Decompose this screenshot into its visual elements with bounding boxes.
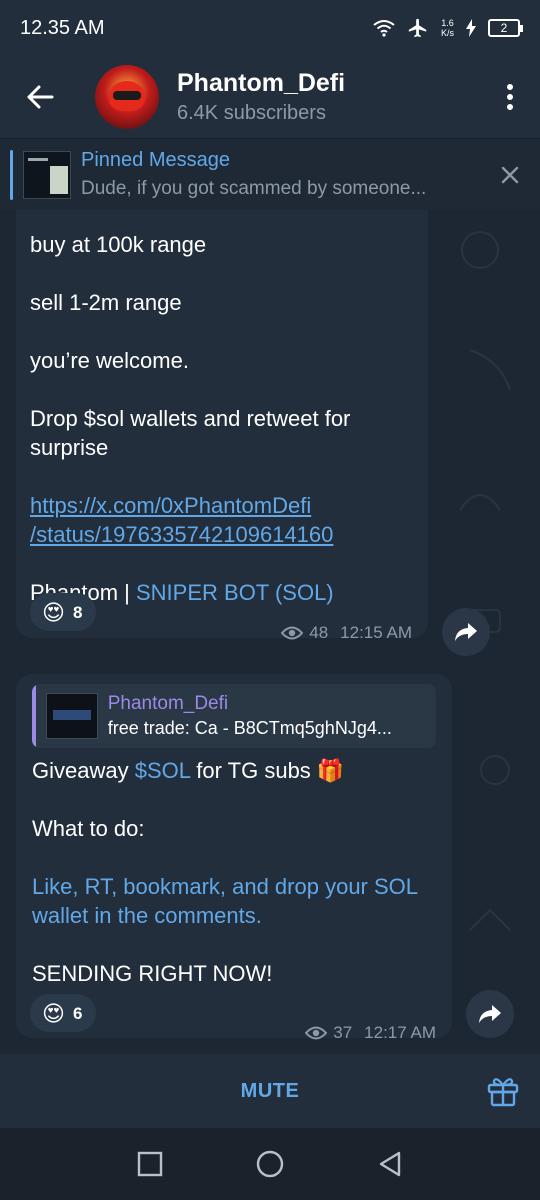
sol-cashtag[interactable]: $SOL	[135, 758, 190, 783]
message-meta: 37 12:17 AM	[305, 1018, 436, 1047]
heart-eyes-emoji: 😍	[42, 1000, 65, 1026]
channel-avatar[interactable]	[95, 65, 159, 129]
pinned-text: Pinned Message Dude, if you got scammed …	[81, 149, 480, 200]
wifi-icon	[373, 20, 395, 37]
reaction-chip[interactable]: 😍 6	[30, 994, 97, 1032]
airplane-icon	[408, 18, 427, 38]
pinned-message-bar[interactable]: Pinned Message Dude, if you got scammed …	[0, 138, 540, 210]
back-nav-icon[interactable]	[377, 1151, 403, 1177]
eye-icon	[281, 626, 304, 639]
reply-author: Phantom_Defi	[107, 693, 229, 714]
tweet-link-part[interactable]: /status/1976335742109614160	[30, 522, 333, 547]
pinned-thumbnail	[23, 150, 71, 199]
pinned-preview: Dude, if you got scammed by someone...	[81, 178, 427, 199]
heart-eyes-emoji: 😍	[42, 599, 65, 625]
back-arrow-icon	[27, 85, 54, 109]
channel-title-area[interactable]: Phantom_Defi 6.4K subscribers	[177, 69, 480, 125]
reply-preview-text: free trade: Ca - B8CTmq5ghNJg4...	[107, 718, 392, 738]
message-time: 12:15 AM	[340, 623, 412, 642]
message-bubble[interactable]: Phantom_Defi free trade: Ca - B8CTmq5ghN…	[16, 674, 452, 1042]
view-count: 48	[309, 623, 329, 642]
status-time: 12.35 AM	[20, 16, 105, 39]
reply-indicator	[32, 684, 36, 748]
message-text-line: What to do:	[32, 816, 145, 841]
back-button[interactable]	[0, 56, 80, 138]
message-text-line: buy at 100k range	[30, 232, 207, 257]
close-pinned-button[interactable]	[480, 139, 540, 211]
tweet-link-part[interactable]: https://x.com/0xPhantomDefi	[30, 493, 311, 518]
more-vertical-icon	[507, 84, 513, 110]
reaction-chip[interactable]: 😍 8	[30, 593, 97, 631]
message-text-line: you’re welcome.	[30, 348, 189, 373]
reply-thumbnail	[45, 693, 98, 739]
pinned-title: Pinned Message	[81, 149, 230, 171]
charging-icon	[466, 19, 476, 37]
close-icon	[501, 166, 519, 183]
chat-header: Phantom_Defi 6.4K subscribers	[0, 56, 540, 138]
forwarded-reply-preview[interactable]: Phantom_Defi free trade: Ca - B8CTmq5ghN…	[32, 684, 436, 748]
share-arrow-icon	[479, 1005, 501, 1023]
share-button[interactable]	[442, 608, 490, 656]
share-button[interactable]	[466, 990, 514, 1038]
home-icon[interactable]	[256, 1150, 284, 1178]
message-text-line: Giveaway $SOL for TG subs 🎁	[32, 758, 345, 783]
message-bubble[interactable]: buy at 100k range sell 1-2m range you’re…	[16, 210, 428, 642]
reply-text: Phantom_Defi free trade: Ca - B8CTmq5ghN…	[108, 692, 436, 740]
status-bar: 12.35 AM 1.6 K/s 2	[0, 0, 540, 56]
mute-button[interactable]: MUTE	[241, 1080, 300, 1103]
gift-icon[interactable]	[486, 1074, 520, 1108]
message-list[interactable]: buy at 100k range sell 1-2m range you’re…	[0, 210, 540, 1054]
pinned-indicator	[10, 149, 13, 200]
recents-icon[interactable]	[137, 1151, 163, 1177]
tweet-link[interactable]: https://x.com/0xPhantomDefi /status/1976…	[30, 491, 414, 549]
system-nav-bar	[0, 1128, 540, 1200]
more-options-button[interactable]	[480, 56, 540, 138]
status-icons: 1.6 K/s 2	[373, 17, 523, 39]
eye-icon	[305, 1026, 328, 1039]
channel-name: Phantom_Defi	[177, 69, 346, 97]
reaction-count: 6	[72, 1003, 83, 1023]
share-arrow-icon	[455, 623, 477, 641]
message-time: 12:17 AM	[364, 1023, 436, 1042]
message-text-line: Drop $sol wallets and retweet for surpri…	[30, 406, 351, 460]
subscriber-count: 6.4K subscribers	[177, 102, 326, 124]
battery-icon: 2	[488, 19, 523, 37]
message-text-line: Like, RT, bookmark, and drop your SOL wa…	[32, 874, 418, 928]
message-text-line: sell 1-2m range	[30, 290, 182, 315]
view-count: 37	[333, 1023, 353, 1042]
message-text-line: SENDING RIGHT NOW!	[32, 961, 273, 986]
sniper-bot-link[interactable]: SNIPER BOT (SOL)	[136, 580, 334, 605]
bottom-action-bar: MUTE	[0, 1054, 540, 1128]
network-speed: 1.6 K/s	[440, 18, 454, 38]
message-meta: 48 12:15 AM	[281, 618, 412, 647]
reaction-count: 8	[72, 602, 83, 622]
